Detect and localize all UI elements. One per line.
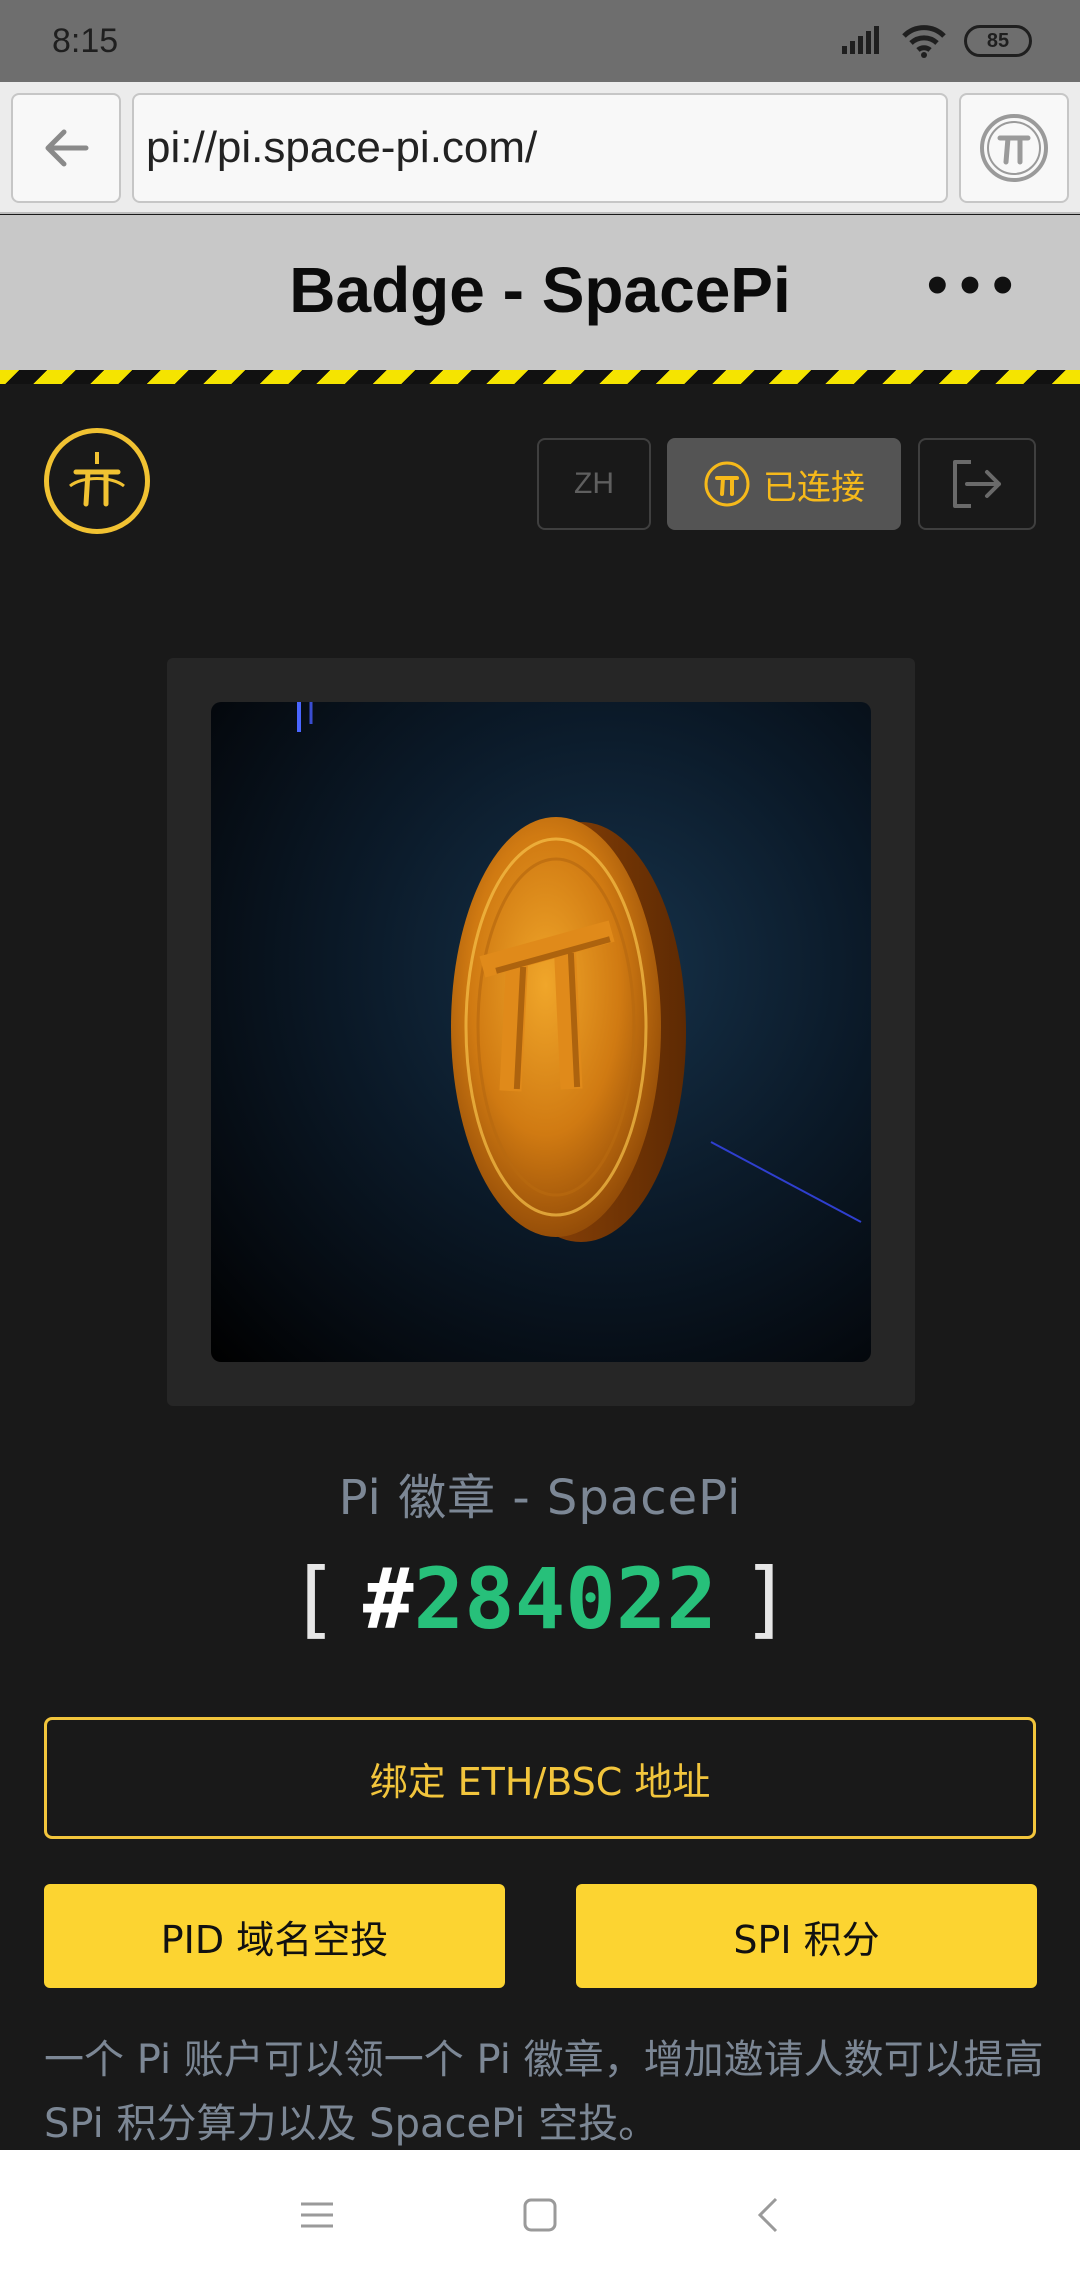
wifi-icon <box>902 25 946 58</box>
title-bar: Badge - SpacePi ••• <box>0 215 1080 370</box>
bind-address-button[interactable]: 绑定 ETH/BSC 地址 <box>44 1717 1036 1839</box>
back-icon <box>757 2197 778 2233</box>
nav-back-button[interactable] <box>733 2180 803 2250</box>
pi-coin-3d-icon <box>297 702 862 1242</box>
spacepi-logo-icon <box>69 452 125 507</box>
connected-button[interactable]: 已连接 <box>667 438 901 530</box>
nav-menu-button[interactable] <box>282 2180 352 2250</box>
description-text: 一个 Pi 账户可以领一个 Pi 徽章，增加邀请人数可以提高 SPi 积分算力以… <box>44 2037 1044 2147</box>
browser-back-button[interactable] <box>11 93 121 203</box>
page-title: Badge - SpacePi <box>289 254 791 326</box>
pi-coin-icon <box>704 461 750 507</box>
status-time: 8:15 <box>52 22 119 60</box>
badge-name: Pi 徽章 - SpacePi <box>338 1470 742 1526</box>
spacepi-logo[interactable] <box>44 428 150 534</box>
hazard-stripe <box>0 370 1080 384</box>
number-hash: # <box>362 1550 414 1648</box>
spi-points-button[interactable]: SPI 积分 <box>576 1884 1037 1988</box>
badge-number: [#284022] <box>0 1550 1080 1648</box>
badge-image <box>211 702 871 1362</box>
bracket-open: [ <box>288 1550 339 1648</box>
connected-label: 已连接 <box>763 467 865 508</box>
menu-icon <box>301 2202 333 2228</box>
pi-browser-button[interactable] <box>959 93 1069 203</box>
logout-icon <box>953 460 1001 508</box>
more-menu-button[interactable]: ••• <box>922 259 1020 315</box>
url-field[interactable]: pi://pi.space-pi.com/ <box>132 93 948 203</box>
status-icons: 85 <box>840 24 1032 58</box>
badge-id-number: 284022 <box>413 1550 717 1648</box>
back-arrow-icon <box>45 129 89 167</box>
pid-airdrop-button[interactable]: PID 域名空投 <box>44 1884 505 1988</box>
browser-bar: pi://pi.space-pi.com/ <box>0 82 1080 214</box>
nav-home-button[interactable] <box>505 2180 575 2250</box>
home-icon <box>523 2198 557 2232</box>
system-nav-bar <box>0 2150 1080 2280</box>
pi-coin-icon <box>980 114 1048 182</box>
bracket-close: ] <box>741 1550 792 1648</box>
badge-card <box>167 658 915 1406</box>
battery-indicator: 85 <box>964 25 1032 57</box>
status-bar: 8:15 85 <box>0 0 1080 82</box>
logout-button[interactable] <box>918 438 1036 530</box>
language-button[interactable]: ZH <box>537 438 651 530</box>
signal-icon <box>842 26 879 54</box>
